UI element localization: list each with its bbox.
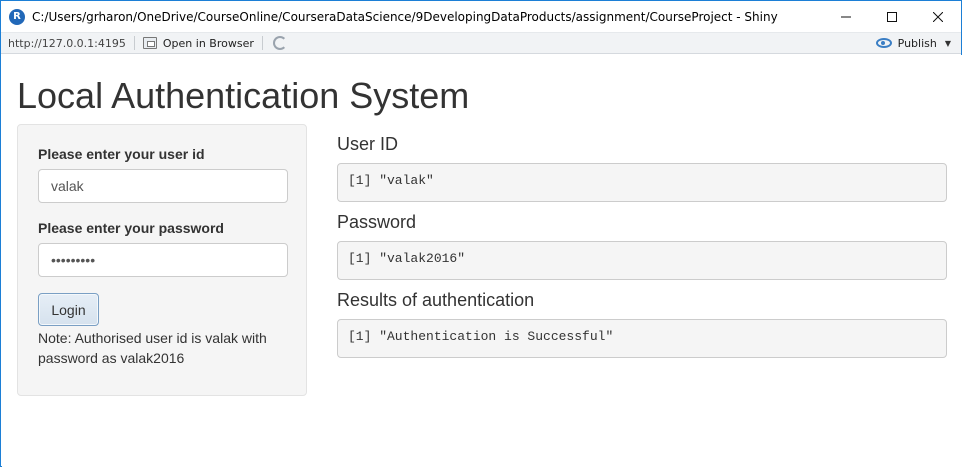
user-id-label: Please enter your user id [38,146,205,162]
title-bar: R C:/Users/grharon/OneDrive/CourseOnline… [1,1,961,32]
window-controls [823,1,961,32]
open-in-browser-button[interactable]: Open in Browser [142,36,254,50]
viewer-toolbar: http://127.0.0.1:4195 Open in Browser Pu… [1,32,961,54]
login-panel: Please enter your user id Please enter y… [17,124,307,396]
refresh-icon[interactable] [272,36,287,50]
chevron-down-icon: ▼ [944,38,951,48]
page-title: Local Authentication System [17,75,470,116]
minimize-button[interactable] [823,1,869,32]
password-label: Please enter your password [38,220,224,236]
url-text: http://127.0.0.1:4195 [8,36,126,50]
close-button[interactable] [915,1,961,32]
window-title: C:/Users/grharon/OneDrive/CourseOnline/C… [32,9,778,24]
toolbar-divider [261,36,263,50]
password-heading: Password [337,212,417,232]
maximize-icon [887,11,897,22]
r-app-icon: R [9,8,25,25]
login-button[interactable]: Login [38,293,99,326]
app-content: Local Authentication System Please enter… [2,55,962,467]
note-text: Note: Authorised user id is valak with p… [38,330,267,366]
publish-label: Publish [897,36,937,50]
close-icon [933,11,943,22]
publish-button[interactable]: Publish ▼ [875,33,951,53]
user-id-input[interactable] [38,169,288,203]
minimize-icon [841,16,851,17]
browser-icon [142,37,157,49]
maximize-button[interactable] [869,1,915,32]
password-output: [1] "valak2016" [337,241,947,280]
user-id-heading: User ID [337,134,399,154]
user-id-output: [1] "valak" [337,163,947,202]
auth-result-heading: Results of authentication [337,290,535,310]
publish-icon [875,38,892,48]
shiny-window: R C:/Users/grharon/OneDrive/CourseOnline… [0,0,962,467]
auth-result-output: [1] "Authentication is Successful" [337,319,947,358]
open-in-browser-label: Open in Browser [162,36,254,50]
password-input[interactable] [38,243,288,277]
toolbar-divider [133,36,135,50]
